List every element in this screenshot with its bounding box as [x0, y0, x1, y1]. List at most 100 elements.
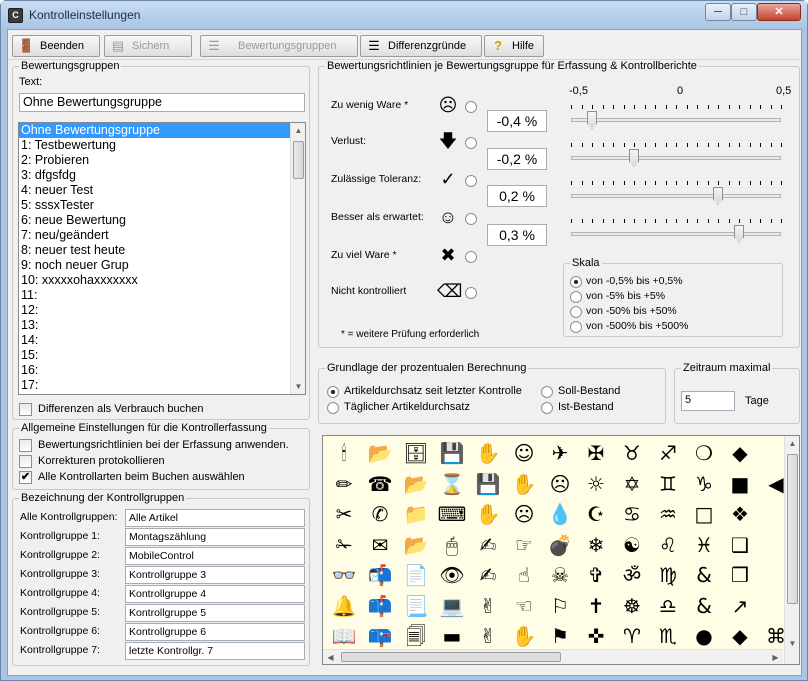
scroll-down-icon[interactable]: ▼: [291, 379, 305, 394]
symbol-icon[interactable]: 💣: [543, 530, 577, 560]
list-item[interactable]: Ohne Bewertungsgruppe: [19, 123, 305, 138]
symbol-icon[interactable]: ❖: [723, 499, 757, 529]
slider-track[interactable]: [571, 156, 781, 160]
symbol-icon[interactable]: ♋: [615, 499, 649, 529]
symbol-icon[interactable]: 📁: [399, 499, 433, 529]
symbol-icon[interactable]: ✌: [471, 621, 505, 651]
symbol-icon[interactable]: □: [687, 499, 721, 529]
symbol-icon[interactable]: ♓: [687, 530, 721, 560]
skala-radio[interactable]: [570, 306, 582, 318]
richtlinie-radio[interactable]: [465, 287, 477, 299]
symbol-icon[interactable]: 👁: [435, 560, 469, 590]
maximize-button[interactable]: □: [731, 3, 757, 21]
zeitraum-input[interactable]: 5: [681, 391, 735, 411]
symbol-icon[interactable]: ✞: [579, 560, 613, 590]
symbol-icon[interactable]: ☸: [615, 591, 649, 621]
symbol-icon[interactable]: ■: [723, 469, 757, 499]
symbol-icon[interactable]: 📄: [399, 560, 433, 590]
list-item[interactable]: 5: sssxTester: [19, 198, 305, 213]
beenden-button[interactable]: 🚪 Beenden: [12, 35, 100, 57]
symbol-icon[interactable]: ✝: [579, 591, 613, 621]
symbol-icon[interactable]: ◆: [723, 438, 757, 468]
symbol-icon[interactable]: ♈: [615, 621, 649, 651]
grundlage-opt2-radio[interactable]: [327, 402, 339, 414]
app-icon[interactable]: C: [8, 8, 23, 23]
grundlage-opt3-radio[interactable]: [541, 386, 553, 398]
opt2-checkbox[interactable]: [19, 455, 32, 468]
symbol-icon[interactable]: ☜: [507, 591, 541, 621]
symbol-icon[interactable]: ☞: [507, 530, 541, 560]
differenzen-checkbox[interactable]: [19, 403, 32, 416]
kontrollgruppe-input[interactable]: Kontrollgruppe 3: [125, 566, 305, 584]
symbol-icon[interactable]: ❒: [723, 560, 757, 590]
symbol-icon[interactable]: 🖱: [435, 530, 469, 560]
richtlinie-radio[interactable]: [465, 101, 477, 113]
symbol-icon[interactable]: ☎: [363, 469, 397, 499]
symbol-icon[interactable]: ▬: [435, 621, 469, 651]
symbol-icon[interactable]: ☯: [615, 530, 649, 560]
symbol-icon[interactable]: ✆: [363, 499, 397, 529]
kontrollgruppe-input[interactable]: Kontrollgruppe 4: [125, 585, 305, 603]
symbol-icon[interactable]: ♉: [615, 438, 649, 468]
symbol-icon[interactable]: ♑: [687, 469, 721, 499]
symbol-icon[interactable]: ♎: [651, 591, 685, 621]
symbol-icon[interactable]: 📂: [399, 469, 433, 499]
slider-track[interactable]: [571, 194, 781, 198]
opt1-checkbox[interactable]: [19, 439, 32, 452]
symbol-icon[interactable]: ☠: [543, 560, 577, 590]
list-item[interactable]: 13:: [19, 318, 305, 333]
kontrollgruppe-input[interactable]: Montagszählung: [125, 528, 305, 546]
kontrollgruppe-input[interactable]: Kontrollgruppe 5: [125, 604, 305, 622]
list-item[interactable]: 8: neuer test heute: [19, 243, 305, 258]
slider-thumb[interactable]: [629, 149, 639, 167]
symbol-icon[interactable]: 💻: [435, 591, 469, 621]
hilfe-button[interactable]: ? Hilfe: [484, 35, 544, 57]
richtlinie-radio[interactable]: [465, 137, 477, 149]
richtlinie-radio[interactable]: [465, 251, 477, 263]
scroll-up-icon[interactable]: ▲: [291, 123, 305, 138]
symbol-icon[interactable]: 💾: [435, 438, 469, 468]
minimize-button[interactable]: ─: [705, 3, 731, 21]
list-item[interactable]: 2: Probieren: [19, 153, 305, 168]
symbol-icon[interactable]: ✂: [327, 499, 361, 529]
opt3-checkbox[interactable]: ✔: [19, 471, 32, 484]
symbol-icon[interactable]: 🗄: [399, 438, 433, 468]
symbol-icon[interactable]: ✍: [471, 530, 505, 560]
symbol-icon[interactable]: ♌: [651, 530, 685, 560]
symbol-icon[interactable]: ♐: [651, 438, 685, 468]
symbol-icon[interactable]: ✈: [543, 438, 577, 468]
grundlage-opt4-radio[interactable]: [541, 402, 553, 414]
symbol-icon[interactable]: ♊: [651, 469, 685, 499]
symbol-icon[interactable]: ✉: [363, 530, 397, 560]
kontrollgruppe-input[interactable]: MobileControl: [125, 547, 305, 565]
skala-radio[interactable]: [570, 276, 582, 288]
symbol-icon[interactable]: 📂: [363, 438, 397, 468]
symbol-icon[interactable]: &: [687, 560, 721, 590]
slider-track[interactable]: [571, 232, 781, 236]
symbol-icon[interactable]: 💧: [543, 499, 577, 529]
list-item[interactable]: 9: noch neuer Grup: [19, 258, 305, 273]
symbol-icon[interactable]: 📪: [363, 621, 397, 651]
icon-grid-vscroll[interactable]: ▲ ▼: [784, 436, 799, 664]
title-bar[interactable]: C Kontrolleinstellungen ─ □ ✕: [1, 1, 807, 29]
symbol-icon[interactable]: ♏: [651, 621, 685, 651]
symbol-icon[interactable]: ☹: [507, 499, 541, 529]
symbol-icon[interactable]: ♍: [651, 560, 685, 590]
bewertungsgruppen-list[interactable]: Ohne Bewertungsgruppe 1: Testbewertung 2: …: [18, 122, 306, 395]
list-item[interactable]: 12:: [19, 303, 305, 318]
kontrollgruppe-input[interactable]: letzte Kontrollgr. 7: [125, 642, 305, 660]
scroll-right-icon[interactable]: ▶: [768, 650, 783, 664]
symbol-icon[interactable]: ✍: [471, 560, 505, 590]
slider-thumb[interactable]: [734, 225, 744, 243]
symbol-icon[interactable]: 🔔: [327, 591, 361, 621]
symbol-icon[interactable]: ❄: [579, 530, 613, 560]
symbol-icon[interactable]: ☼: [579, 469, 613, 499]
symbol-icon[interactable]: 💾: [471, 469, 505, 499]
symbol-icon[interactable]: 👓: [327, 560, 361, 590]
symbol-icon[interactable]: ✌: [471, 591, 505, 621]
skala-radio[interactable]: [570, 291, 582, 303]
sichern-button[interactable]: ▤ Sichern: [104, 35, 192, 57]
symbol-icon[interactable]: ✋: [507, 621, 541, 651]
percent-field[interactable]: -0,2 %: [487, 148, 547, 170]
list-item[interactable]: 15:: [19, 348, 305, 363]
